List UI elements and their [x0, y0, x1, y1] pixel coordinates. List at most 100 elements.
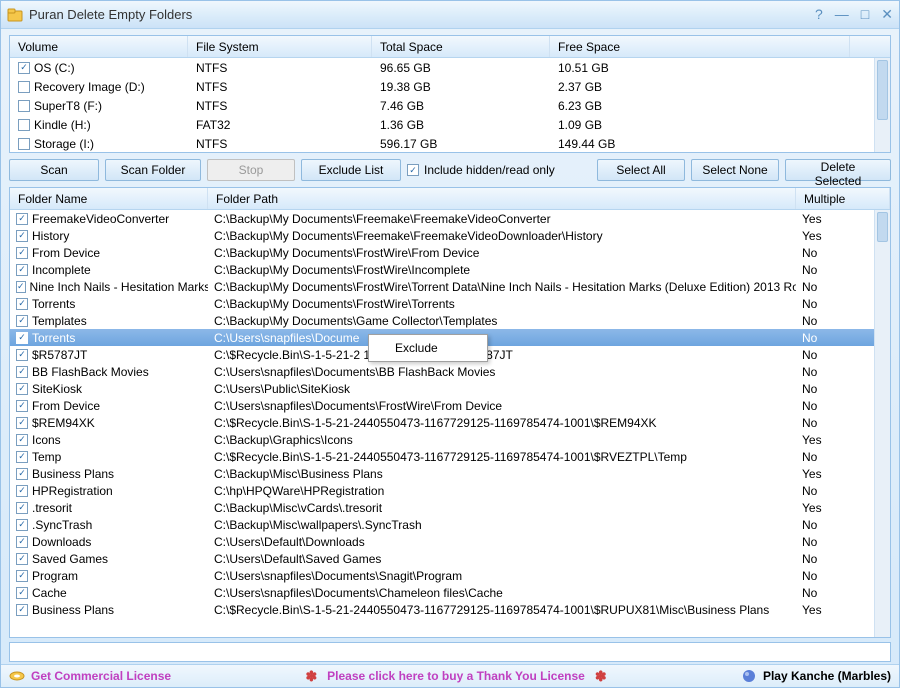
folder-row[interactable]: TempC:\$Recycle.Bin\S-1-5-21-2440550473-…: [10, 448, 890, 465]
folders-col-name[interactable]: Folder Name: [10, 188, 208, 209]
folder-name: .SyncTrash: [32, 518, 92, 532]
folder-row[interactable]: Business PlansC:\Backup\Misc\Business Pl…: [10, 465, 890, 482]
folder-checkbox[interactable]: [16, 213, 28, 225]
folder-row[interactable]: .SyncTrashC:\Backup\Misc\wallpapers\.Syn…: [10, 516, 890, 533]
folder-row[interactable]: .tresoritC:\Backup\Misc\vCards\.tresorit…: [10, 499, 890, 516]
volume-row[interactable]: SuperT8 (F:)NTFS7.46 GB6.23 GB: [10, 96, 890, 115]
folder-checkbox[interactable]: [16, 434, 28, 446]
close-icon[interactable]: ✕: [881, 6, 893, 23]
select-all-button[interactable]: Select All: [597, 159, 685, 181]
exclude-list-button[interactable]: Exclude List: [301, 159, 401, 181]
folder-path: C:\Backup\My Documents\FrostWire\From De…: [208, 246, 796, 260]
folder-row[interactable]: DownloadsC:\Users\Default\DownloadsNo: [10, 533, 890, 550]
folder-checkbox[interactable]: [16, 247, 28, 259]
folder-checkbox[interactable]: [16, 366, 28, 378]
delete-selected-button[interactable]: Delete Selected: [785, 159, 891, 181]
help-icon[interactable]: ?: [815, 6, 823, 23]
volume-fs: NTFS: [188, 137, 372, 151]
folder-checkbox[interactable]: [16, 298, 28, 310]
folders-col-multiple[interactable]: Multiple: [796, 188, 890, 209]
volume-checkbox[interactable]: [18, 119, 30, 131]
include-hidden-checkbox[interactable]: Include hidden/read only: [407, 163, 555, 177]
window-controls: ? — □ ✕: [815, 6, 893, 23]
checkbox-icon[interactable]: [407, 164, 419, 176]
folder-row[interactable]: Business PlansC:\$Recycle.Bin\S-1-5-21-2…: [10, 601, 890, 618]
folder-row[interactable]: FreemakeVideoConverterC:\Backup\My Docum…: [10, 210, 890, 227]
folders-scrollbar[interactable]: [874, 210, 890, 637]
volume-name: Storage (I:): [34, 137, 94, 151]
volumes-col-freespace[interactable]: Free Space: [550, 36, 850, 57]
folder-checkbox[interactable]: [16, 451, 28, 463]
volume-row[interactable]: Storage (I:)NTFS596.17 GB149.44 GB: [10, 134, 890, 153]
folder-row[interactable]: IncompleteC:\Backup\My Documents\FrostWi…: [10, 261, 890, 278]
folder-path: C:\Backup\My Documents\FrostWire\Torrent…: [208, 297, 796, 311]
folder-checkbox[interactable]: [16, 281, 26, 293]
folder-row[interactable]: TorrentsC:\Backup\My Documents\FrostWire…: [10, 295, 890, 312]
folder-name: Nine Inch Nails - Hesitation Marks...: [30, 280, 208, 294]
folder-row[interactable]: From DeviceC:\Users\snapfiles\Documents\…: [10, 397, 890, 414]
folder-checkbox[interactable]: [16, 417, 28, 429]
folder-checkbox[interactable]: [16, 536, 28, 548]
folder-checkbox[interactable]: [16, 570, 28, 582]
volumes-rows: OS (C:)NTFS96.65 GB10.51 GBRecovery Imag…: [10, 58, 890, 153]
volume-row[interactable]: OS (C:)NTFS96.65 GB10.51 GB: [10, 58, 890, 77]
volume-checkbox[interactable]: [18, 100, 30, 112]
thankyou-license-link[interactable]: ✽ Please click here to buy a Thank You L…: [179, 668, 733, 685]
folder-path: C:\Backup\My Documents\FrostWire\Incompl…: [208, 263, 796, 277]
folders-col-path[interactable]: Folder Path: [208, 188, 796, 209]
folder-row[interactable]: Nine Inch Nails - Hesitation Marks...C:\…: [10, 278, 890, 295]
ribbon-icon: ✽: [305, 668, 317, 685]
folder-row[interactable]: TemplatesC:\Backup\My Documents\Game Col…: [10, 312, 890, 329]
volumes-col-totalspace[interactable]: Total Space: [372, 36, 550, 57]
folder-checkbox[interactable]: [16, 485, 28, 497]
volumes-scrollbar[interactable]: [874, 58, 890, 152]
folder-path: C:\Users\snapfiles\Documents\FrostWire\F…: [208, 399, 796, 413]
folder-name: BB FlashBack Movies: [32, 365, 149, 379]
volume-free: 2.37 GB: [550, 80, 850, 94]
volume-checkbox[interactable]: [18, 81, 30, 93]
folder-path: C:\Users\snapfiles\Documents\BB FlashBac…: [208, 365, 796, 379]
folder-name: HPRegistration: [32, 484, 113, 498]
maximize-icon[interactable]: □: [861, 6, 869, 23]
folder-path: C:\Backup\My Documents\Game Collector\Te…: [208, 314, 796, 328]
folder-checkbox[interactable]: [16, 383, 28, 395]
folder-checkbox[interactable]: [16, 315, 28, 327]
folder-checkbox[interactable]: [16, 519, 28, 531]
volume-row[interactable]: Kindle (H:)FAT321.36 GB1.09 GB: [10, 115, 890, 134]
folder-row[interactable]: CacheC:\Users\snapfiles\Documents\Chamel…: [10, 584, 890, 601]
scan-button[interactable]: Scan: [9, 159, 99, 181]
volumes-col-volume[interactable]: Volume: [10, 36, 188, 57]
minimize-icon[interactable]: —: [835, 6, 849, 23]
volume-checkbox[interactable]: [18, 138, 30, 150]
folder-path: C:\Users\snapfiles\Documents\Chameleon f…: [208, 586, 796, 600]
folder-checkbox[interactable]: [16, 502, 28, 514]
folder-row[interactable]: SiteKioskC:\Users\Public\SiteKioskNo: [10, 380, 890, 397]
folder-row[interactable]: HPRegistrationC:\hp\HPQWare\HPRegistrati…: [10, 482, 890, 499]
folder-checkbox[interactable]: [16, 332, 28, 344]
volume-row[interactable]: Recovery Image (D:)NTFS19.38 GB2.37 GB: [10, 77, 890, 96]
folder-checkbox[interactable]: [16, 230, 28, 242]
folder-row[interactable]: BB FlashBack Movies C:\Users\snapfiles\Do…: [10, 363, 890, 380]
commercial-license-link[interactable]: Get Commercial License: [9, 668, 171, 684]
folders-panel: Folder Name Folder Path Multiple Freemak…: [9, 187, 891, 638]
play-kanche-link[interactable]: Play Kanche (Marbles): [741, 668, 891, 684]
include-hidden-label: Include hidden/read only: [424, 163, 555, 177]
context-menu-exclude[interactable]: Exclude: [371, 337, 485, 359]
select-none-button[interactable]: Select None: [691, 159, 779, 181]
folder-checkbox[interactable]: [16, 587, 28, 599]
folder-row[interactable]: From DeviceC:\Backup\My Documents\FrostW…: [10, 244, 890, 261]
folder-row[interactable]: $REM94XKC:\$Recycle.Bin\S-1-5-21-2440550…: [10, 414, 890, 431]
folder-checkbox[interactable]: [16, 553, 28, 565]
folder-checkbox[interactable]: [16, 604, 28, 616]
folder-row[interactable]: IconsC:\Backup\Graphics\IconsYes: [10, 431, 890, 448]
volumes-col-filesystem[interactable]: File System: [188, 36, 372, 57]
folder-row[interactable]: Saved GamesC:\Users\Default\Saved GamesN…: [10, 550, 890, 567]
folder-row[interactable]: HistoryC:\Backup\My Documents\Freemake\F…: [10, 227, 890, 244]
folder-checkbox[interactable]: [16, 468, 28, 480]
scan-folder-button[interactable]: Scan Folder: [105, 159, 201, 181]
folder-checkbox[interactable]: [16, 400, 28, 412]
folder-checkbox[interactable]: [16, 349, 28, 361]
folder-checkbox[interactable]: [16, 264, 28, 276]
volume-checkbox[interactable]: [18, 62, 30, 74]
folder-row[interactable]: ProgramC:\Users\snapfiles\Documents\Snag…: [10, 567, 890, 584]
